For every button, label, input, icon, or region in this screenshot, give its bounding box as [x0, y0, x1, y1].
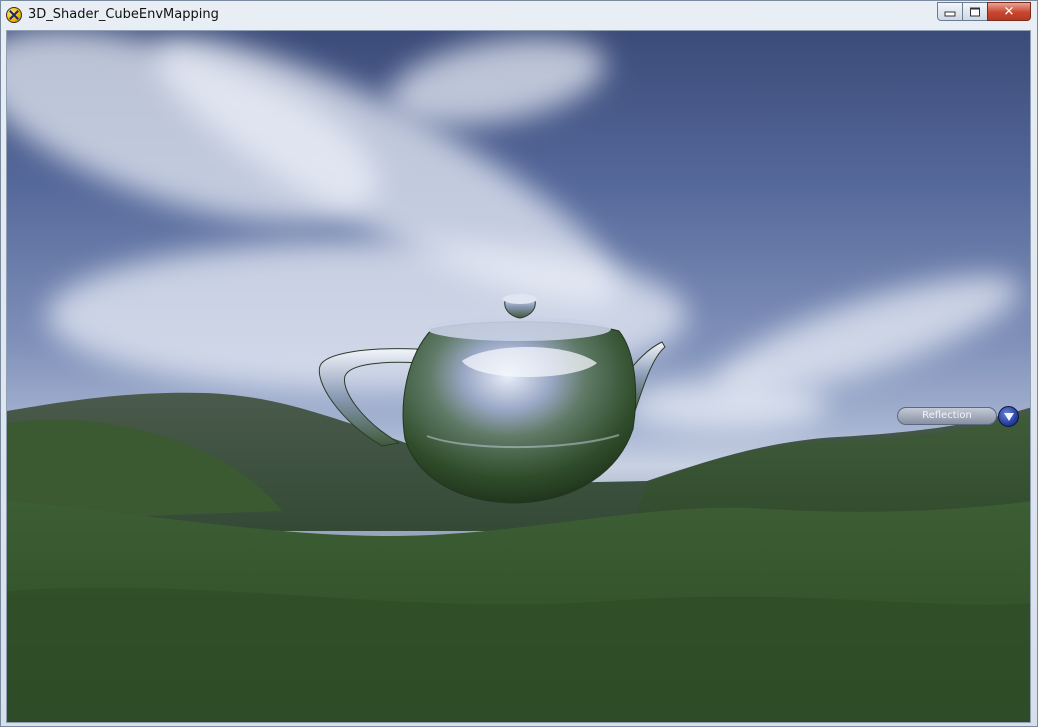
window-title: 3D_Shader_CubeEnvMapping	[28, 7, 219, 22]
window-controls: ✕	[937, 2, 1031, 22]
maximize-button[interactable]	[962, 2, 988, 21]
teapot[interactable]	[7, 31, 1031, 723]
dropdown-selected-value[interactable]: Reflection	[897, 407, 997, 425]
close-button[interactable]: ✕	[987, 2, 1031, 21]
close-icon: ✕	[1003, 4, 1015, 19]
app-window: 3D_Shader_CubeEnvMapping ✕ Reflection	[0, 0, 1038, 727]
render-viewport[interactable]: Reflection	[6, 30, 1031, 723]
title-bar[interactable]: 3D_Shader_CubeEnvMapping ✕	[1, 1, 1037, 29]
minimize-button[interactable]	[937, 2, 963, 21]
chevron-down-icon[interactable]	[998, 406, 1019, 427]
app-icon	[6, 7, 22, 23]
minimize-icon	[944, 11, 956, 17]
maximize-icon	[970, 7, 980, 16]
reflection-mode-dropdown[interactable]: Reflection	[897, 406, 1019, 427]
